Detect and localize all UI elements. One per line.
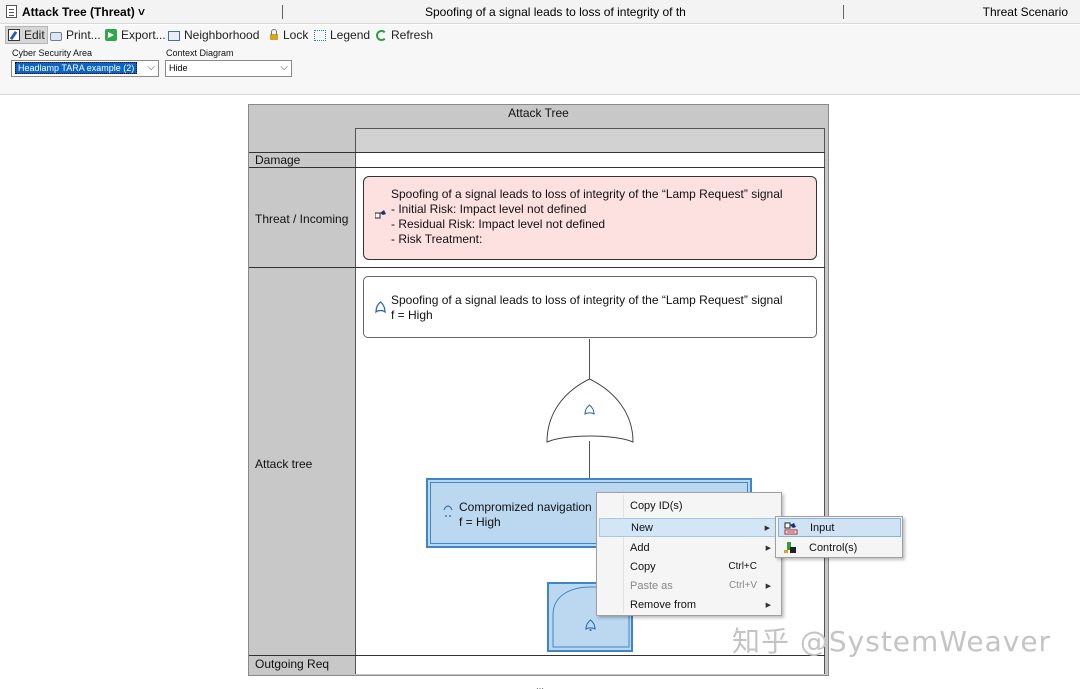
threat-scenario-node[interactable]: Spoofing of a signal leads to loss of in…	[363, 176, 817, 260]
edit-button[interactable]: Edit	[5, 26, 48, 44]
refresh-label: Refresh	[391, 28, 434, 42]
menu-item-new[interactable]: New ▶	[599, 518, 779, 537]
chevron-down-icon: ⌵	[280, 62, 288, 73]
lock-label: Lock	[283, 28, 309, 42]
edit-label: Edit	[24, 28, 45, 42]
toolbar: Edit Print... Export... Neighborhood Loc…	[0, 25, 1080, 45]
resize-grip[interactable]: ⋯	[536, 684, 544, 689]
damage-lane	[355, 153, 825, 167]
context-menu: Copy ID(s) New ▶ Add ▶ Copy Ctrl+C Paste…	[596, 492, 782, 616]
context-diagram-value: Hide	[169, 63, 188, 73]
menu-item-label: Paste as	[630, 579, 673, 592]
goal-title: Spoofing of a signal leads to loss of in…	[391, 293, 783, 307]
menu-item-add[interactable]: Add ▶	[599, 538, 779, 557]
neighborhood-icon	[168, 30, 180, 41]
menu-item-label: Remove from	[630, 598, 697, 611]
submenu-arrow-icon: ▶	[765, 601, 771, 609]
lane-label-outgoing: Outgoing Req	[255, 657, 330, 671]
neighborhood-label: Neighborhood	[184, 28, 260, 42]
submenu-item-control[interactable]: Control(s)	[778, 538, 901, 557]
item-name: Spoofing of a signal leads to loss of in…	[425, 5, 686, 19]
menu-item-label: Copy	[630, 560, 656, 573]
menu-item-copy-ids[interactable]: Copy ID(s)	[599, 496, 779, 515]
new-submenu: Input Control(s)	[775, 516, 903, 558]
connector-line	[589, 339, 590, 379]
menu-item-copy[interactable]: Copy Ctrl+C	[599, 557, 779, 576]
threat-risk-treatment: - Risk Treatment:	[391, 232, 483, 246]
lane-divider	[249, 152, 825, 153]
menu-item-shortcut: Ctrl+V	[728, 580, 757, 591]
print-button[interactable]: Print...	[48, 26, 103, 44]
neighborhood-button[interactable]: Neighborhood	[166, 26, 261, 44]
menu-item-label: New	[631, 521, 654, 534]
diagram-header-band	[355, 128, 825, 153]
goal-frequency: f = High	[391, 308, 433, 322]
input-icon	[784, 522, 798, 535]
legend-icon	[314, 29, 326, 41]
menu-item-remove-from[interactable]: Remove from ▶	[599, 595, 779, 614]
legend-label: Legend	[330, 28, 371, 42]
legend-button[interactable]: Legend	[312, 26, 372, 44]
titlebar-separator	[843, 5, 844, 19]
threat-scenario-icon	[375, 210, 386, 219]
menu-item-shortcut: Ctrl+C	[728, 561, 757, 572]
cyber-security-area-select[interactable]: Headlamp TARA example (2) ⌵	[11, 60, 159, 77]
submenu-item-label: Control(s)	[809, 541, 858, 554]
attack-step-icon	[443, 505, 453, 517]
threat-residual-risk: - Residual Risk: Impact level not define…	[391, 217, 606, 231]
menu-item-label: Copy ID(s)	[630, 499, 683, 512]
item-type: Threat Scenario	[982, 5, 1068, 19]
threat-title: Spoofing of a signal leads to loss of in…	[391, 187, 783, 201]
lane-label-threat: Threat / Incoming	[255, 212, 349, 226]
threat-initial-risk: - Initial Risk: Impact level not defined	[391, 202, 587, 216]
export-label: Export...	[121, 28, 166, 42]
printer-icon	[50, 31, 62, 41]
cyber-security-area-label: Cyber Security Area	[12, 48, 93, 58]
print-label: Print...	[66, 28, 101, 42]
submenu-arrow-icon: ▶	[765, 582, 771, 590]
edit-icon	[8, 29, 20, 41]
control-icon	[784, 542, 796, 553]
lane-divider	[249, 167, 825, 168]
cyber-security-area-value: Headlamp TARA example (2)	[15, 62, 138, 74]
refresh-button[interactable]: Refresh	[374, 26, 435, 44]
or-gate[interactable]	[545, 378, 635, 444]
submenu-arrow-icon: ▶	[764, 524, 770, 532]
diagram-title: Attack Tree	[508, 106, 569, 120]
lock-button[interactable]: Lock	[267, 26, 310, 44]
lane-divider	[249, 267, 825, 268]
lane-label-attack-tree: Attack tree	[255, 457, 313, 471]
or-gate-icon	[375, 301, 386, 314]
watermark: 知乎 @SystemWeaver	[732, 625, 1052, 658]
submenu-item-input[interactable]: Input	[778, 518, 901, 537]
export-icon	[105, 29, 117, 41]
submenu-arrow-icon: ▶	[765, 544, 771, 552]
attack-goal-node[interactable]: Spoofing of a signal leads to loss of in…	[363, 276, 817, 338]
titlebar-separator	[282, 5, 283, 19]
refresh-icon	[376, 30, 387, 41]
chevron-down-icon: ⌵	[147, 62, 155, 73]
view-title-dropdown[interactable]: Attack Tree (Threat) ˅	[22, 5, 145, 19]
lane-label-damage: Damage	[255, 153, 301, 167]
lock-icon	[269, 29, 279, 41]
connector-line	[589, 441, 590, 479]
context-diagram-label: Context Diagram	[166, 48, 234, 58]
context-diagram-select[interactable]: Hide ⌵	[165, 60, 292, 77]
menu-item-label: Add	[630, 541, 650, 554]
filter-bar: Cyber Security Area Headlamp TARA exampl…	[0, 45, 1080, 95]
menu-item-paste-as[interactable]: Paste as Ctrl+V ▶	[599, 576, 779, 595]
window-titlebar: Attack Tree (Threat) ˅ Spoofing of a sig…	[0, 0, 1080, 24]
export-button[interactable]: Export...	[103, 26, 168, 44]
document-icon	[6, 5, 17, 18]
submenu-item-label: Input	[810, 521, 835, 534]
